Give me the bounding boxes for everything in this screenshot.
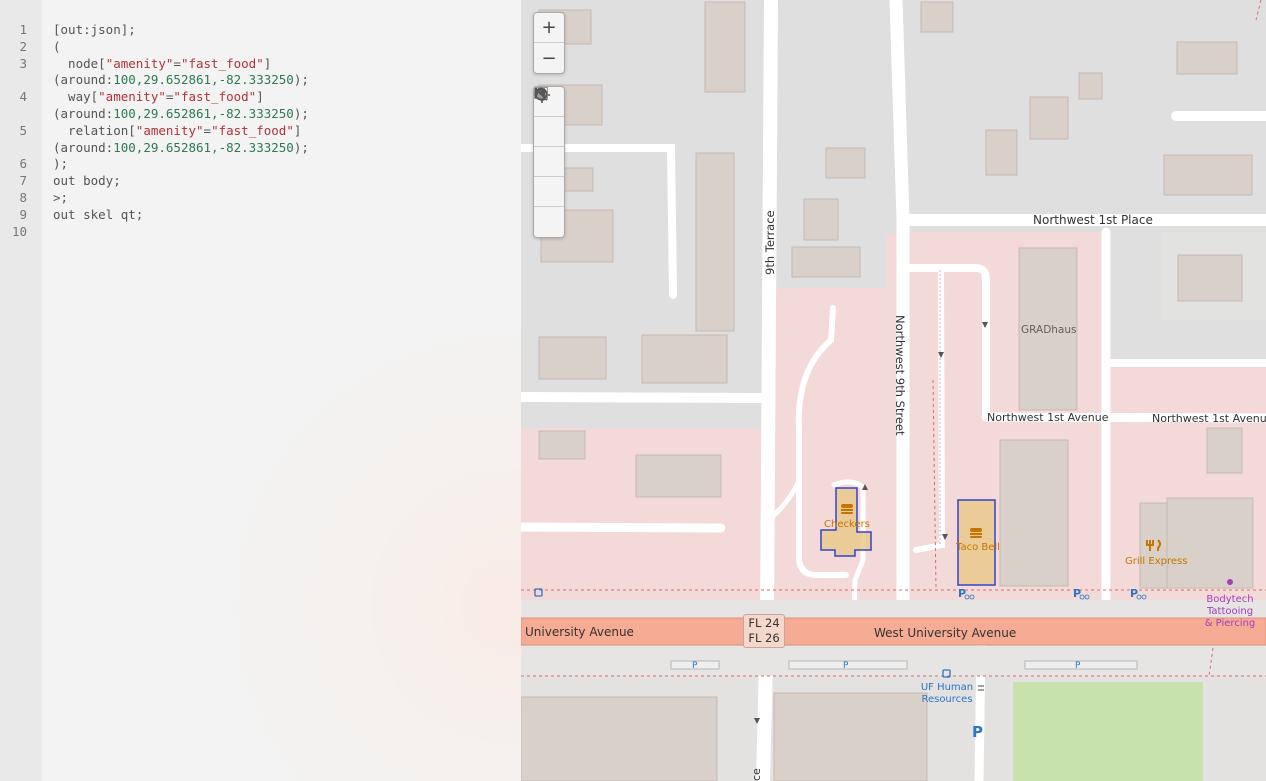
line-number: 4 [19, 89, 27, 104]
street-label-terrace-cut: ce [750, 768, 763, 781]
street-label-nw-1st-place: Northwest 1st Place [1033, 213, 1153, 227]
line-number: 3 [19, 56, 27, 71]
poi-label-bodytech: Bodytech [1206, 594, 1253, 605]
poi-label-grill-express: Grill Express [1125, 556, 1187, 567]
burger-icon[interactable] [970, 528, 982, 538]
street-label-nw-1st-avenue: Northwest 1st Avenue [1152, 412, 1266, 425]
burger-icon[interactable] [841, 504, 853, 514]
zoom-controls: + − [533, 12, 565, 74]
code-line-3[interactable]: node["amenity"="fast_food"] [53, 55, 271, 72]
poi-label-checkers: Checkers [824, 519, 870, 530]
block-icon [534, 87, 548, 101]
code-line-9[interactable]: out skel qt; [53, 206, 143, 223]
line-number: 2 [19, 39, 27, 54]
editor-overlay-fade [230, 330, 521, 781]
poi-label-taco-bell: Taco Bell [955, 542, 1000, 553]
poi-label-bodytech: & Piercing [1205, 618, 1256, 629]
line-number: 7 [19, 173, 27, 188]
code-line-3-wrap[interactable]: (around:100,29.652861,-82.333250); [53, 71, 309, 88]
line-number: 8 [19, 190, 27, 205]
code-line-2[interactable]: ( [53, 38, 61, 55]
code-line-5[interactable]: relation["amenity"="fast_food"] [53, 122, 301, 139]
code-line-8[interactable]: >; [53, 189, 68, 206]
park-area [1013, 682, 1203, 781]
code-line-4[interactable]: way["amenity"="fast_food"] [53, 88, 264, 105]
map-canvas[interactable]: Northwest 1st Place Northwest 1st Avenue… [521, 0, 1266, 781]
line-number-gutter [0, 0, 42, 781]
street-label-nw-9th-street: Northwest 9th Street [893, 315, 907, 436]
route-shield-line: FL 24 [748, 616, 780, 630]
route-shield-line: FL 26 [748, 631, 780, 645]
code-line-1[interactable]: [out:json]; [53, 21, 136, 38]
code-line-4-wrap[interactable]: (around:100,29.652861,-82.333250); [53, 105, 309, 122]
show-data-button[interactable] [534, 87, 564, 177]
line-number: 6 [19, 156, 27, 171]
route-shield: FL 24 FL 26 [743, 614, 785, 648]
zoom-out-button[interactable]: − [534, 43, 564, 73]
street-label-west-university-avenue: West University Avenue [874, 626, 1016, 640]
line-number: 1 [19, 22, 27, 37]
map-view[interactable]: Northwest 1st Place Northwest 1st Avenue… [521, 0, 1266, 781]
svg-text:P: P [1075, 661, 1081, 671]
code-editor[interactable]: 1 2 3 4 5 6 7 8 9 10 [out:json]; ( node[… [0, 0, 521, 781]
parking-icon[interactable]: P [972, 723, 983, 741]
line-number: 10 [11, 224, 27, 239]
svg-text:P: P [692, 661, 698, 671]
reset-button[interactable] [534, 88, 564, 207]
sidewalk [521, 600, 1266, 618]
line-number: 5 [19, 123, 27, 138]
code-line-6[interactable]: ); [53, 155, 68, 172]
poi-label-uf-hr: Resources [921, 694, 972, 705]
street-label-9th-terrace: 9th Terrace [763, 210, 777, 275]
poi-label-gradhaus: GRADhaus [1021, 324, 1077, 336]
street-label-university-avenue: University Avenue [525, 625, 634, 639]
map-tool-controls [533, 86, 565, 238]
street-label-nw-1st-avenue: Northwest 1st Avenue [987, 411, 1109, 424]
code-line-5-wrap[interactable]: (around:100,29.652861,-82.333250); [53, 139, 309, 156]
zoom-in-button[interactable]: + [534, 13, 564, 43]
shop-dot-icon[interactable] [1227, 579, 1233, 585]
locate-button[interactable] [534, 87, 564, 147]
poi-label-uf-hr: UF Human [921, 682, 973, 693]
clear-button[interactable] [534, 87, 564, 237]
poi-label-bodytech: Tattooing [1206, 606, 1253, 617]
svg-text:P: P [843, 661, 849, 671]
code-line-7[interactable]: out body; [53, 172, 121, 189]
line-number: 9 [19, 207, 27, 222]
